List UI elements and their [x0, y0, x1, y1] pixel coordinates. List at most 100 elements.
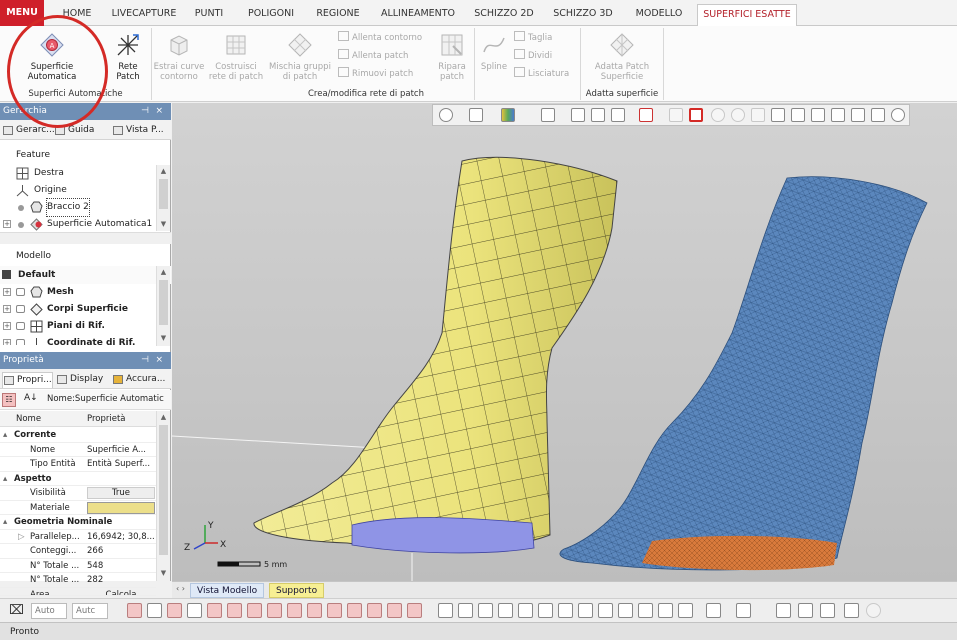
allenta-contorno-button[interactable]: Allenta contorno: [338, 31, 422, 45]
tab-schizzo-3d[interactable]: SCHIZZO 3D: [546, 4, 620, 24]
tree-item-coordinate-di-rif[interactable]: + Coordinate di Rif.: [0, 335, 155, 345]
snap-option-icon[interactable]: [678, 603, 693, 618]
filter-toggle-icon[interactable]: [267, 603, 282, 618]
filter-toggle-icon[interactable]: [247, 603, 262, 618]
mischia-gruppi-button[interactable]: Mischia gruppi di patch: [266, 32, 334, 82]
ripara-patch-button[interactable]: Ripara patch: [432, 32, 472, 82]
visible-only-icon[interactable]: [891, 108, 905, 122]
extend-select-icon[interactable]: [811, 108, 825, 122]
lisciatura-button[interactable]: Lisciatura: [514, 67, 569, 81]
circle-select-icon[interactable]: [711, 108, 725, 122]
disabled-option-icon[interactable]: [866, 603, 881, 618]
snap-combo-1[interactable]: Auto: [31, 603, 67, 619]
pin-icon[interactable]: ⊣: [141, 352, 149, 369]
snap-option-icon[interactable]: [538, 603, 553, 618]
expand-icon[interactable]: +: [3, 339, 11, 345]
filter-toggle-icon[interactable]: [187, 603, 202, 618]
spline-button[interactable]: Spline: [476, 32, 512, 72]
collapse-icon[interactable]: ▴: [3, 428, 7, 443]
scroll-up-icon[interactable]: ▲: [159, 167, 168, 176]
tree-item-destra[interactable]: Destra: [0, 165, 155, 182]
automatic-surface-model[interactable]: [253, 156, 618, 554]
scene-canvas[interactable]: Y X Z 5 mm: [172, 103, 957, 581]
snap-icon[interactable]: ⌧: [9, 603, 24, 618]
rete-patch-button[interactable]: Rete Patch: [110, 32, 146, 82]
brush-select-icon[interactable]: [771, 108, 785, 122]
tabs-nav-icon[interactable]: ‹ ›: [176, 584, 185, 593]
view-orientation-icon[interactable]: [439, 108, 453, 122]
tree-item-origine[interactable]: Origine: [0, 182, 155, 199]
polygon-select-icon[interactable]: [731, 108, 745, 122]
section-view-icon[interactable]: [541, 108, 555, 122]
collapse-icon[interactable]: ▴: [3, 472, 7, 487]
pin-icon[interactable]: ⊣: [141, 103, 149, 120]
tab-regione[interactable]: REGIONE: [309, 4, 367, 24]
snap-option-icon[interactable]: [498, 603, 513, 618]
costruisci-rete-button[interactable]: Costruisci rete di patch: [207, 32, 265, 82]
scroll-down-icon[interactable]: ▼: [159, 220, 168, 229]
tab-livecapture[interactable]: LIVECAPTURE: [108, 4, 180, 24]
property-row[interactable]: Nome Superficie A...: [0, 443, 156, 457]
scan-mesh-model[interactable]: [559, 176, 928, 571]
rectangle-select-icon[interactable]: [689, 108, 703, 122]
paint-select-icon[interactable]: [791, 108, 805, 122]
printer-icon[interactable]: [844, 603, 859, 618]
expand-icon[interactable]: +: [3, 288, 11, 296]
line-select-icon[interactable]: [669, 108, 683, 122]
material-color-swatch[interactable]: [87, 501, 155, 514]
snap-option-icon[interactable]: [458, 603, 473, 618]
snap-option-icon[interactable]: [438, 603, 453, 618]
scroll-thumb[interactable]: [159, 179, 168, 209]
feature-vertical-scrollbar[interactable]: ▲ ▼: [156, 165, 170, 231]
property-row[interactable]: N° Totale ... 282: [0, 573, 156, 588]
tab-punti[interactable]: PUNTI: [186, 4, 232, 24]
property-row[interactable]: N° Totale ... 548: [0, 559, 156, 573]
tab-superfici-esatte[interactable]: SUPERFICI ESATTE: [697, 4, 797, 27]
dividi-button[interactable]: Dividi: [514, 49, 552, 63]
property-value[interactable]: Calcola: [87, 588, 155, 595]
tree-item-piani-di-rif[interactable]: + Piani di Rif.: [0, 318, 155, 335]
property-row[interactable]: Tipo Entità Entità Superf...: [0, 457, 156, 472]
tab-vista-p[interactable]: Vista P...: [112, 123, 164, 139]
view-box-icon[interactable]: [469, 108, 483, 122]
filter-toggle-icon[interactable]: [227, 603, 242, 618]
snap-option-icon[interactable]: [598, 603, 613, 618]
close-icon[interactable]: ×: [155, 103, 163, 120]
select-mode-icon[interactable]: [639, 108, 653, 122]
eye-icon[interactable]: [16, 305, 25, 313]
category-geometria[interactable]: ▴ Geometria Nominale: [0, 515, 156, 530]
alpha-sort-icon[interactable]: A↓: [24, 393, 38, 403]
eye-icon[interactable]: [16, 322, 25, 330]
rimuovi-patch-button[interactable]: Rimuovi patch: [338, 67, 413, 81]
properties-vertical-scrollbar[interactable]: ▲ ▼: [156, 411, 170, 581]
scroll-thumb[interactable]: [159, 425, 168, 555]
allenta-patch-button[interactable]: Allenta patch: [338, 49, 408, 63]
select-all-icon[interactable]: [831, 108, 845, 122]
adatta-patch-button[interactable]: Adatta Patch Superficie: [584, 32, 660, 82]
render-mode-icon[interactable]: [501, 108, 515, 122]
scroll-up-icon[interactable]: ▲: [159, 413, 168, 422]
measure-radius-icon[interactable]: [820, 603, 835, 618]
property-row[interactable]: Area Calcola: [0, 588, 156, 596]
model-vertical-scrollbar[interactable]: ▲ ▼: [156, 266, 170, 346]
tab-proprieta[interactable]: Propri...: [2, 372, 53, 388]
scroll-thumb[interactable]: [159, 280, 168, 325]
tab-poligoni[interactable]: POLIGONI: [239, 4, 303, 24]
property-value[interactable]: True: [87, 487, 155, 499]
filter-toggle-icon[interactable]: [347, 603, 362, 618]
view-top-icon[interactable]: [611, 108, 625, 122]
snap-option-icon[interactable]: [658, 603, 673, 618]
feature-horizontal-scrollbar[interactable]: [0, 232, 171, 244]
collapse-icon[interactable]: ▴: [3, 515, 7, 530]
snap-option-icon[interactable]: [478, 603, 493, 618]
expand-icon[interactable]: +: [3, 220, 11, 228]
snap-option-icon[interactable]: [558, 603, 573, 618]
measure-icon[interactable]: [776, 603, 791, 618]
filter-toggle-icon[interactable]: [367, 603, 382, 618]
filter-toggle-icon[interactable]: [147, 603, 162, 618]
categorized-sort-icon[interactable]: ☷: [2, 393, 16, 407]
snap-option-icon[interactable]: [518, 603, 533, 618]
property-row[interactable]: ▷ Parallelep... 16,6942; 30,8...: [0, 530, 156, 544]
tab-allineamento[interactable]: ALLINEAMENTO: [374, 4, 462, 24]
expand-icon[interactable]: +: [3, 322, 11, 330]
